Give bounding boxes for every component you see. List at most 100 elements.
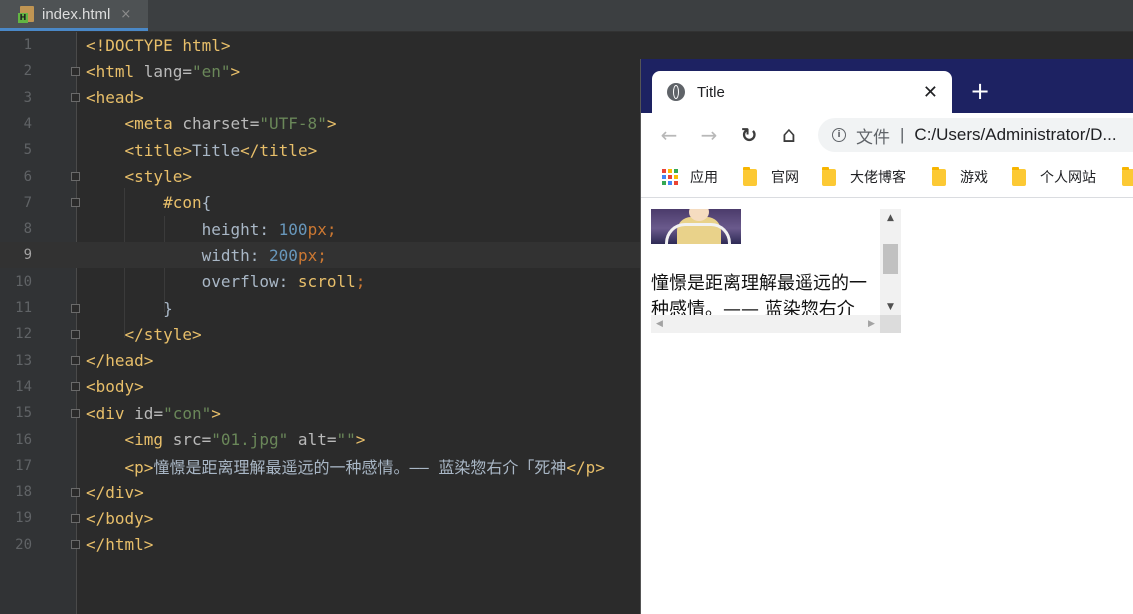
code-line[interactable]: 11 } <box>0 295 640 321</box>
code-line[interactable]: 20 </html> <box>0 532 640 558</box>
code-text: <p>憧憬是距离理解最遥远的一种感情。—— 蓝染惣右介「死神</p> <box>124 457 605 477</box>
bookmark-folder[interactable]: 官网 <box>743 157 799 197</box>
editor-tab-index-html[interactable]: H index.html × <box>0 0 148 31</box>
fold-marker-icon[interactable] <box>71 172 80 181</box>
apps-grid-icon <box>662 169 678 185</box>
fold-marker-icon[interactable] <box>71 66 80 76</box>
html-file-icon: H <box>18 6 34 23</box>
line-number: 17 <box>15 457 32 474</box>
fold-marker-icon[interactable] <box>71 513 80 523</box>
code-line[interactable]: 18 </div> <box>0 479 640 505</box>
line-number: 8 <box>23 221 32 238</box>
code-line[interactable]: 6 <style> <box>0 164 640 190</box>
line-number: 2 <box>23 63 32 80</box>
code-line[interactable]: 4 <meta charset="UTF-8"> <box>0 111 640 137</box>
scroll-container-con[interactable]: 憧憬是距离理解最遥远的一种感情。—— 蓝染惣右介「死神 ▲ ▼ ◀ ▶ <box>651 209 901 333</box>
code-line[interactable]: 16 <img src="01.jpg" alt=""> <box>0 427 640 453</box>
code-line[interactable]: 9 width: 200px; <box>0 242 640 269</box>
browser-toolbar: ← → ↻ ⌂ i 文件 | C:/Users/Administrator/D.… <box>641 113 1133 157</box>
bookmark-label: 应用 <box>690 170 718 186</box>
code-line[interactable]: 5 <title>Title</title> <box>0 137 640 163</box>
close-icon[interactable]: ✕ <box>923 82 938 103</box>
address-bar[interactable]: i 文件 | C:/Users/Administrator/D... <box>818 118 1133 152</box>
code-line[interactable]: 13 </head> <box>0 348 640 374</box>
new-tab-button[interactable]: + <box>970 77 990 105</box>
folder-icon <box>932 166 946 186</box>
bookmark-folder[interactable]: 游戏 <box>932 157 988 197</box>
line-number: 5 <box>23 142 32 159</box>
code-text: <body> <box>86 377 144 397</box>
bookmark-folder[interactable]: 大佬博客 <box>822 157 906 197</box>
code-line[interactable]: 1 <!DOCTYPE html> <box>0 32 640 58</box>
editor-tab-label: index.html <box>42 5 111 23</box>
scroll-right-arrow-icon[interactable]: ▶ <box>863 315 880 333</box>
code-text: </head> <box>86 351 154 371</box>
line-number: 15 <box>15 405 32 422</box>
close-icon[interactable]: × <box>120 7 131 22</box>
code-text: width: 200px; <box>86 245 327 265</box>
code-text: } <box>86 298 173 318</box>
line-number: 14 <box>15 378 32 395</box>
code-line[interactable]: 3 <head> <box>0 85 640 111</box>
fold-marker-icon[interactable] <box>71 382 80 392</box>
reload-icon[interactable]: ↻ <box>734 113 764 157</box>
code-line[interactable]: 7 #con{ <box>0 190 640 216</box>
folder-icon <box>743 166 757 186</box>
code-text: <div id="con"> <box>86 403 221 423</box>
bookmark-folder[interactable]: 个人网站 <box>1012 157 1096 197</box>
address-separator: | <box>900 125 905 144</box>
code-line[interactable]: 8 height: 100px; <box>0 216 640 242</box>
code-text: <!DOCTYPE html> <box>86 35 231 55</box>
line-number: 11 <box>15 300 32 316</box>
fold-marker-icon[interactable] <box>71 329 80 339</box>
code-line[interactable]: 2 <html lang="en"> <box>0 58 640 84</box>
info-icon[interactable]: i <box>832 128 846 142</box>
folder-icon <box>822 166 836 186</box>
line-number: 10 <box>15 273 32 290</box>
bookmark-label: 个人网站 <box>1040 170 1096 186</box>
scroll-down-arrow-icon[interactable]: ▼ <box>880 298 901 315</box>
back-arrow-icon[interactable]: ← <box>654 113 684 157</box>
code-line[interactable]: 17 <p>憧憬是距离理解最遥远的一种感情。—— 蓝染惣右介「死神</p> <box>0 453 640 479</box>
code-text: <head> <box>86 88 144 108</box>
browser-tab-title[interactable]: Title ✕ <box>652 71 952 113</box>
scrollbar-corner <box>880 315 901 333</box>
fold-marker-icon[interactable] <box>71 93 80 103</box>
home-icon[interactable]: ⌂ <box>774 113 804 157</box>
code-text: <html lang="en"> <box>86 61 241 81</box>
code-line[interactable]: 12 </style> <box>0 321 640 347</box>
forward-arrow-icon[interactable]: → <box>694 113 724 157</box>
bookmark-label: 官网 <box>771 170 799 186</box>
code-text: <title>Title</title> <box>124 140 318 160</box>
vertical-scroll-thumb[interactable] <box>883 244 898 274</box>
page-viewport: 憧憬是距离理解最遥远的一种感情。—— 蓝染惣右介「死神 ▲ ▼ ◀ ▶ <box>641 198 1133 614</box>
line-number: 19 <box>15 510 32 527</box>
fold-marker-icon[interactable] <box>71 198 80 208</box>
line-number: 18 <box>15 484 32 501</box>
code-text: height: 100px; <box>86 219 337 239</box>
line-number: 6 <box>23 168 32 185</box>
code-line[interactable]: 14 <body> <box>0 374 640 400</box>
code-text: </div> <box>86 482 144 502</box>
fold-marker-icon[interactable] <box>71 303 80 313</box>
fold-marker-icon[interactable] <box>71 356 80 366</box>
line-number: 4 <box>23 115 32 132</box>
bookmark-folder[interactable] <box>1122 157 1133 197</box>
address-url[interactable]: C:/Users/Administrator/D... <box>914 125 1116 145</box>
code-line[interactable]: 15 <div id="con"> <box>0 400 640 426</box>
scroll-up-arrow-icon[interactable]: ▲ <box>880 209 901 226</box>
browser-window: Title ✕ + ← → ↻ ⌂ i 文件 | C:/Users/Admini… <box>641 59 1133 614</box>
bookmark-apps[interactable]: 应用 <box>662 157 718 197</box>
vertical-scrollbar[interactable]: ▲ ▼ <box>880 209 901 315</box>
folder-icon <box>1012 166 1026 186</box>
scroll-left-arrow-icon[interactable]: ◀ <box>651 315 668 333</box>
fold-marker-icon[interactable] <box>71 487 80 497</box>
code-line[interactable]: 19 </body> <box>0 505 640 531</box>
horizontal-scrollbar[interactable]: ◀ ▶ <box>651 315 880 333</box>
fold-marker-icon[interactable] <box>71 540 80 550</box>
browser-tab-label: Title <box>697 83 725 101</box>
fold-marker-icon[interactable] <box>71 408 80 418</box>
line-number: 9 <box>23 247 32 264</box>
code-line[interactable]: 10 overflow: scroll; <box>0 269 640 295</box>
line-number: 1 <box>23 37 32 53</box>
